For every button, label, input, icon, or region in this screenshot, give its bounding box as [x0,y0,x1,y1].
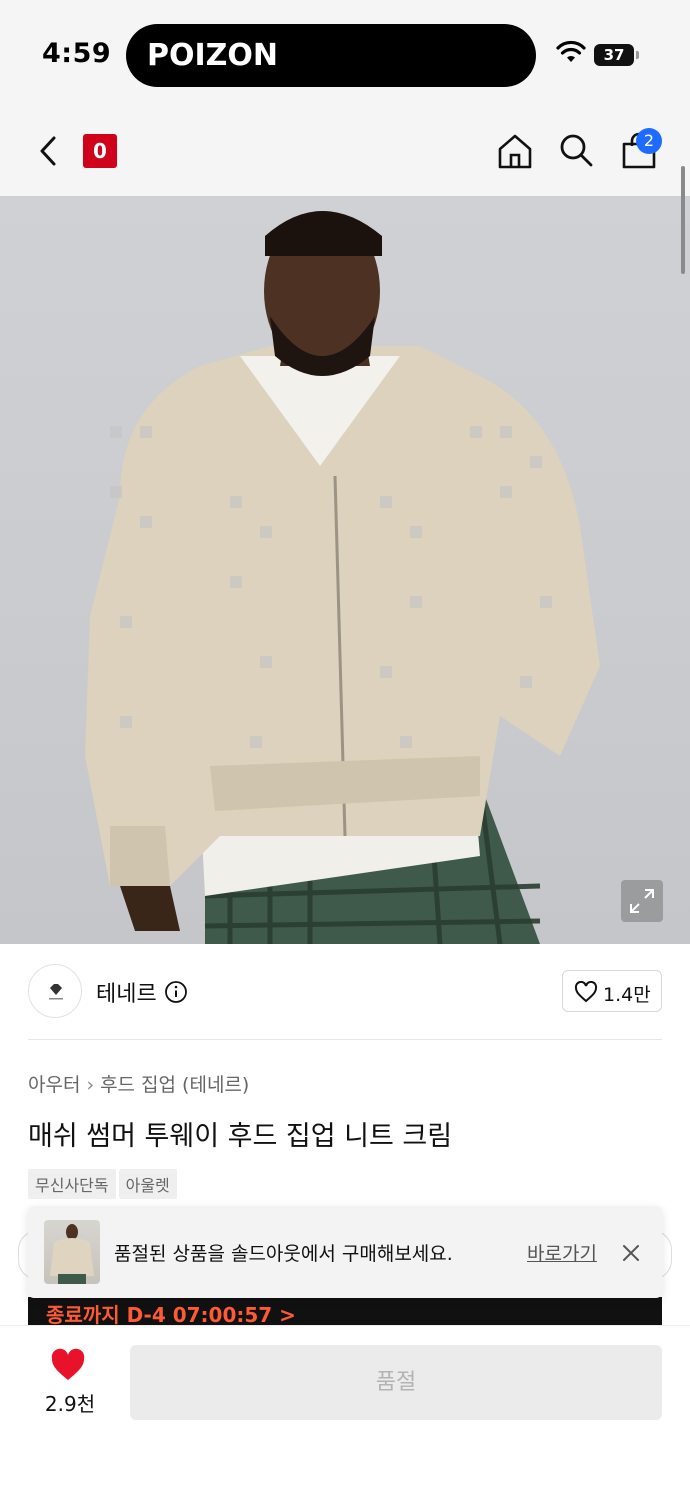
cart-count-badge: 2 [636,128,662,154]
toast-go-link[interactable]: 바로가기 [527,1239,597,1266]
wish-count: 2.9천 [44,1392,96,1416]
home-icon[interactable] [496,132,534,170]
heart-filled-icon[interactable] [50,1348,86,1382]
status-bar: 4:59 POIZON 37 [0,0,690,110]
heart-outline-icon [574,981,598,1003]
brand-like-count: 1.4만 [603,984,651,1006]
soldout-toast: 품절된 상품을 솔드아웃에서 구매해보세요. 바로가기 [28,1206,662,1298]
product-photo [85,211,600,944]
brand-name[interactable]: 테네르 [96,976,157,1008]
product-tags: 무신사단독 아울렛 [28,1169,180,1199]
island-app-logo: POIZON [147,38,279,73]
breadcrumb-item-hood[interactable]: 후드 집업 (테네르) [100,1074,249,1096]
tag-exclusive: 무신사단독 [28,1169,116,1199]
toast-product-image [50,1224,94,1284]
tag-outlet: 아울렛 [118,1169,177,1199]
breadcrumb: 아우터 › 후드 집업 (테네르) [28,1070,249,1097]
brand-badge[interactable]: 0 [83,134,117,168]
info-icon[interactable] [164,980,188,1004]
product-title: 매쉬 썸머 투웨이 후드 집업 니트 크림 [28,1121,453,1152]
battery-icon: 37 [594,44,634,66]
search-icon[interactable] [558,132,594,168]
close-icon[interactable] [620,1242,642,1264]
promo-countdown: 종료까지 D-4 07:00:57 > [46,1303,296,1325]
brand-logo[interactable] [28,964,82,1018]
top-nav: 0 [0,110,690,196]
chevron-right-icon: › [86,1074,95,1096]
scroll-indicator [681,166,685,274]
battery-tip [636,51,639,59]
product-image[interactable] [0,196,690,944]
brand-like-button[interactable]: 1.4만 [562,970,662,1012]
expand-icon [630,889,654,913]
breadcrumb-item-outer[interactable]: 아우터 [28,1074,80,1096]
back-icon[interactable] [34,134,64,168]
divider [28,1039,662,1040]
status-time: 4:59 [42,38,112,69]
dynamic-island: POIZON [126,24,536,87]
diamond-logo-icon [49,984,63,1000]
soldout-button: 품절 [130,1345,662,1420]
promo-banner[interactable]: 종료까지 D-4 07:00:57 > [28,1297,662,1325]
wifi-icon [556,40,586,62]
toast-thumbnail [44,1220,100,1284]
expand-image-button[interactable] [621,880,663,922]
toast-message: 품절된 상품을 솔드아웃에서 구매해보세요. [114,1243,453,1265]
